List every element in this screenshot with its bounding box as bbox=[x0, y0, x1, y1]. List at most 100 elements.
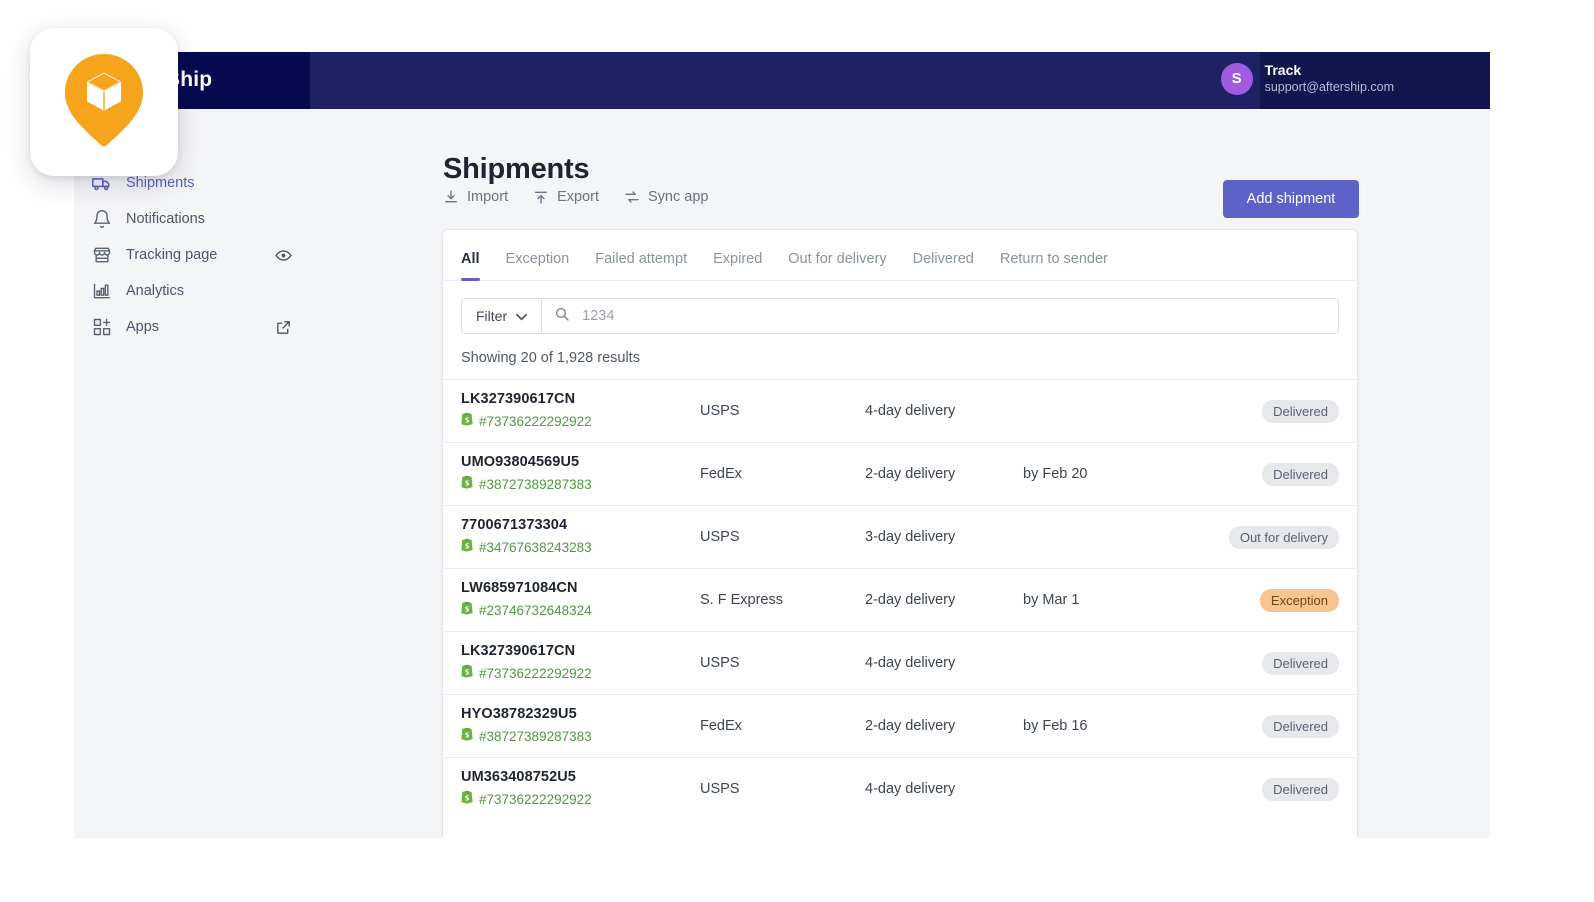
filter-dropdown[interactable]: Filter bbox=[462, 299, 543, 333]
status-cell: Delivered bbox=[1191, 777, 1339, 801]
shipment-identifiers: LW685971084CN #23746732648324 bbox=[461, 580, 700, 620]
carrier: USPS bbox=[700, 655, 740, 671]
sync-app-button[interactable]: Sync app bbox=[624, 189, 708, 205]
tab-return-to-sender[interactable]: Return to sender bbox=[1000, 251, 1108, 280]
order-number[interactable]: #38727389287383 bbox=[479, 729, 592, 744]
estimated-delivery: by Feb 20 bbox=[1023, 466, 1088, 482]
eye-icon[interactable] bbox=[274, 246, 292, 264]
table-row[interactable]: UMO93804569U5 #38727389287383 FedEx 2-day d… bbox=[443, 442, 1357, 505]
tab-exception[interactable]: Exception bbox=[506, 251, 570, 280]
tab-out-for-delivery[interactable]: Out for delivery bbox=[788, 251, 886, 280]
upload-icon bbox=[533, 189, 549, 205]
order-number[interactable]: #23746732648324 bbox=[479, 603, 592, 618]
carrier: USPS bbox=[700, 781, 740, 797]
shopify-bag-icon bbox=[461, 412, 473, 431]
storefront-icon bbox=[92, 245, 112, 265]
search-field[interactable] bbox=[542, 299, 1338, 333]
tracking-number[interactable]: UMO93804569U5 bbox=[461, 454, 700, 470]
main-content: Shipments Import Export Sync app Add shi… bbox=[310, 109, 1490, 838]
search-toolbar: Filter bbox=[443, 281, 1357, 334]
delivery-speed: 4-day delivery bbox=[865, 781, 956, 797]
status-badge: Exception bbox=[1259, 588, 1339, 612]
sidebar: Shipments Notifications Tracking page An… bbox=[74, 109, 311, 838]
status-cell: Exception bbox=[1191, 588, 1339, 612]
shopify-bag-icon bbox=[461, 538, 473, 557]
status-tabs: All Exception Failed attempt Expired Out… bbox=[443, 230, 1357, 281]
sidebar-item-analytics[interactable]: Analytics bbox=[74, 273, 310, 309]
sidebar-item-label: Notifications bbox=[126, 211, 205, 227]
status-badge: Delivered bbox=[1262, 777, 1339, 801]
table-row[interactable]: HYO38782329U5 #38727389287383 FedEx 2-day d… bbox=[443, 694, 1357, 757]
page-actions-toolbar: Import Export Sync app bbox=[443, 189, 708, 205]
aftership-pin-box-logo-icon bbox=[61, 52, 147, 153]
status-cell: Delivered bbox=[1191, 462, 1339, 486]
app-window: AfterShip S Track support@aftership.com … bbox=[74, 52, 1490, 838]
user-account-menu[interactable]: S Track support@aftership.com bbox=[1220, 62, 1394, 95]
shipments-card: All Exception Failed attempt Expired Out… bbox=[443, 230, 1357, 838]
search-icon bbox=[554, 306, 570, 327]
order-line: #23746732648324 bbox=[461, 601, 700, 620]
tracking-number[interactable]: 7700671373304 bbox=[461, 517, 700, 533]
bar-chart-icon bbox=[92, 281, 112, 301]
download-icon bbox=[443, 189, 459, 205]
estimated-delivery: by Feb 16 bbox=[1023, 718, 1088, 734]
status-badge: Delivered bbox=[1262, 651, 1339, 675]
aftership-logo-overlay-card bbox=[30, 28, 178, 176]
order-line: #73736222292922 bbox=[461, 664, 700, 683]
estimated-delivery: by Mar 1 bbox=[1023, 592, 1080, 608]
table-row[interactable]: LW685971084CN #23746732648324 S. F Express… bbox=[443, 568, 1357, 631]
order-number[interactable]: #73736222292922 bbox=[479, 792, 592, 807]
tab-all[interactable]: All bbox=[461, 251, 480, 281]
export-button[interactable]: Export bbox=[533, 189, 599, 205]
user-name: Track bbox=[1264, 62, 1302, 78]
tracking-number[interactable]: UM363408752U5 bbox=[461, 769, 700, 785]
tab-expired[interactable]: Expired bbox=[713, 251, 762, 280]
table-row[interactable]: 7700671373304 #34767638243283 USPS 3-day de… bbox=[443, 505, 1357, 568]
carrier: S. F Express bbox=[700, 592, 783, 608]
delivery-speed: 4-day delivery bbox=[865, 655, 956, 671]
import-label: Import bbox=[467, 189, 509, 205]
shipment-identifiers: HYO38782329U5 #38727389287383 bbox=[461, 706, 700, 746]
shipments-table: LK327390617CN #73736222292922 USPS 4-day de… bbox=[443, 379, 1357, 820]
carrier: FedEx bbox=[700, 466, 742, 482]
delivery-speed: 3-day delivery bbox=[865, 529, 956, 545]
order-number[interactable]: #38727389287383 bbox=[479, 477, 592, 492]
import-button[interactable]: Import bbox=[443, 189, 508, 205]
sidebar-item-apps[interactable]: Apps bbox=[74, 309, 310, 345]
delivery-speed: 2-day delivery bbox=[865, 718, 956, 734]
carrier: FedEx bbox=[700, 718, 742, 734]
shipment-identifiers: 7700671373304 #34767638243283 bbox=[461, 517, 700, 557]
tracking-number[interactable]: LK327390617CN bbox=[461, 643, 700, 659]
apps-add-icon bbox=[92, 317, 112, 337]
external-link-icon[interactable] bbox=[274, 318, 292, 336]
tracking-number[interactable]: LW685971084CN bbox=[461, 580, 700, 596]
tracking-number[interactable]: HYO38782329U5 bbox=[461, 706, 700, 722]
status-badge: Out for delivery bbox=[1228, 525, 1339, 549]
search-bar: Filter bbox=[461, 298, 1339, 334]
results-summary: Showing 20 of 1,928 results bbox=[461, 350, 640, 366]
export-label: Export bbox=[557, 189, 600, 205]
order-line: #38727389287383 bbox=[461, 727, 700, 746]
shopify-bag-icon bbox=[461, 601, 473, 620]
sidebar-item-label: Shipments bbox=[126, 175, 195, 191]
tracking-number[interactable]: LK327390617CN bbox=[461, 391, 700, 407]
sidebar-item-notifications[interactable]: Notifications bbox=[74, 201, 310, 237]
table-row[interactable]: LK327390617CN #73736222292922 USPS 4-day de… bbox=[443, 379, 1357, 442]
tab-delivered[interactable]: Delivered bbox=[913, 251, 974, 280]
shopify-bag-icon bbox=[461, 475, 473, 494]
search-input[interactable] bbox=[580, 307, 1326, 325]
shipment-identifiers: LK327390617CN #73736222292922 bbox=[461, 643, 700, 683]
tab-failed-attempt[interactable]: Failed attempt bbox=[595, 251, 687, 280]
sidebar-item-tracking-page[interactable]: Tracking page bbox=[74, 237, 310, 273]
order-number[interactable]: #34767638243283 bbox=[479, 540, 592, 555]
carrier: USPS bbox=[700, 403, 740, 419]
user-info: Track support@aftership.com bbox=[1265, 62, 1394, 95]
table-row[interactable]: LK327390617CN #73736222292922 USPS 4-day de… bbox=[443, 631, 1357, 694]
status-badge: Delivered bbox=[1262, 462, 1339, 486]
table-row[interactable]: UM363408752U5 #73736222292922 USPS 4-day de… bbox=[443, 757, 1357, 820]
order-number[interactable]: #73736222292922 bbox=[479, 666, 592, 681]
order-number[interactable]: #73736222292922 bbox=[479, 414, 592, 429]
sidebar-item-label: Analytics bbox=[126, 283, 185, 299]
status-badge: Delivered bbox=[1262, 399, 1339, 423]
add-shipment-button[interactable]: Add shipment bbox=[1223, 180, 1359, 218]
